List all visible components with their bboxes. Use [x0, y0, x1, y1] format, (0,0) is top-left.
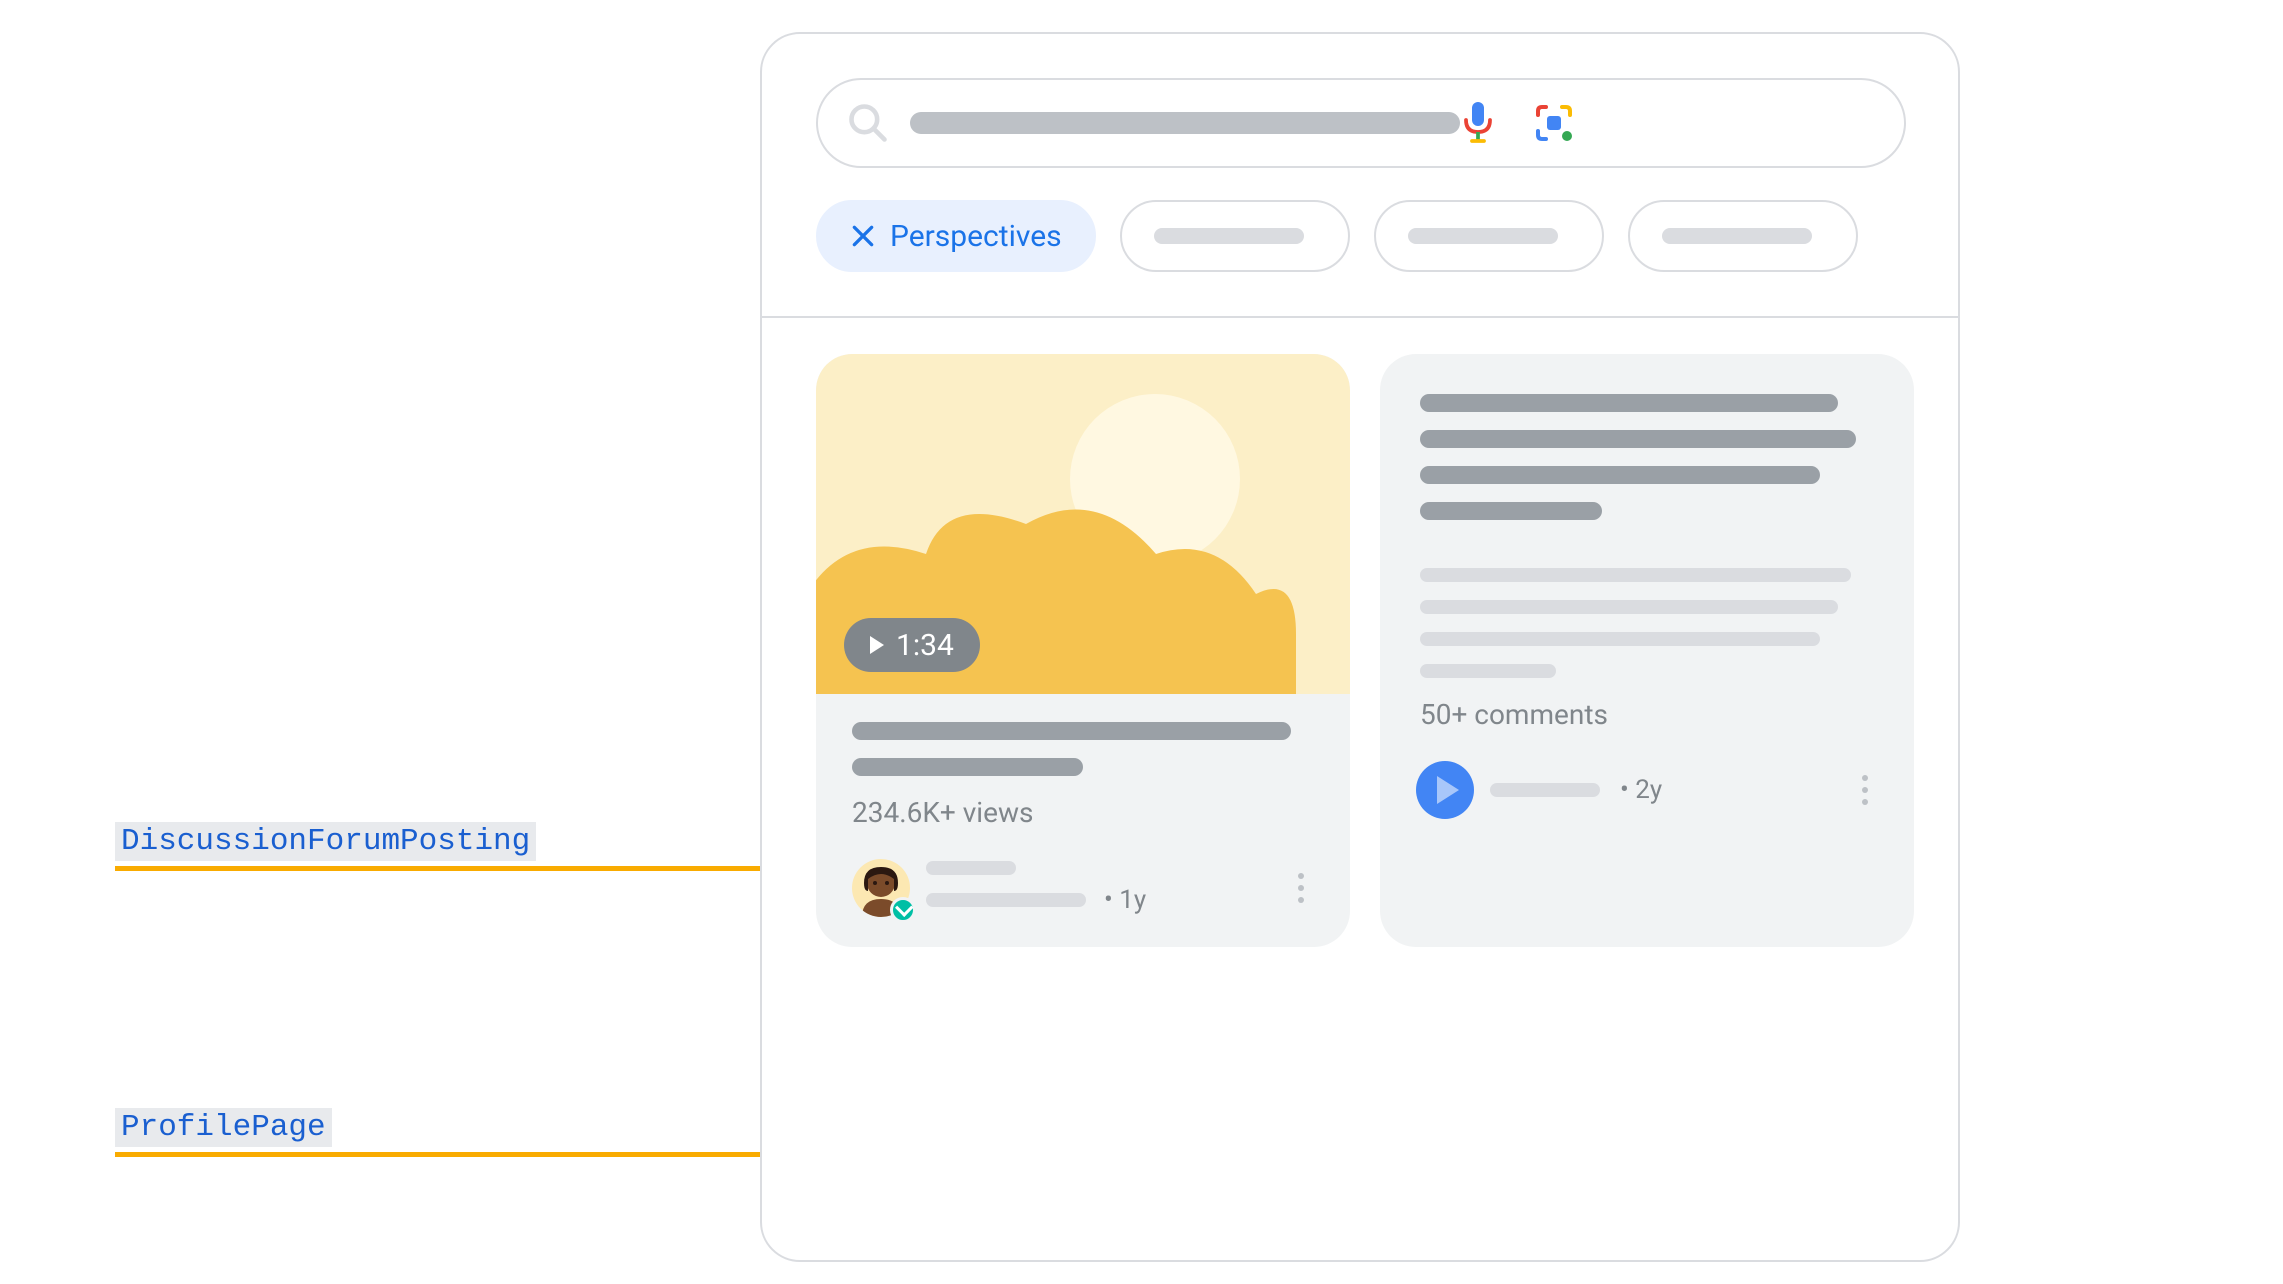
video-card-body: 234.6K+ views: [816, 694, 1350, 829]
search-bar[interactable]: [816, 78, 1906, 168]
chip-perspectives-label: Perspectives: [890, 219, 1062, 254]
post-snippet-3: [1420, 632, 1820, 646]
video-duration-text: 1:34: [896, 628, 954, 663]
post-title-1: [1420, 394, 1838, 412]
video-views: 234.6K+ views: [852, 796, 1314, 829]
annotation-profile: ProfilePage: [115, 1108, 332, 1147]
search-icon: [846, 101, 890, 145]
annotation-discussion: DiscussionForumPosting: [115, 822, 536, 861]
author-name-block: • 1y: [926, 861, 1272, 915]
video-duration-badge: 1:34: [844, 618, 980, 672]
video-result-card[interactable]: 1:34 234.6K+ views: [816, 354, 1350, 947]
mic-icon[interactable]: [1460, 99, 1496, 147]
divider: [762, 316, 1958, 318]
chip-placeholder-3[interactable]: [1628, 200, 1858, 272]
video-age: • 1y: [1104, 885, 1146, 915]
annotation-discussion-label: DiscussionForumPosting: [115, 822, 536, 861]
search-placeholder: [910, 112, 1460, 134]
result-cards: 1:34 234.6K+ views: [816, 354, 1914, 947]
post-snippet-1: [1420, 568, 1851, 582]
post-card-body: 50+ comments: [1380, 354, 1914, 731]
post-snippet-4: [1420, 664, 1556, 678]
video-kebab-menu[interactable]: [1288, 863, 1314, 913]
post-snippet-2: [1420, 600, 1838, 614]
title-line-2: [852, 758, 1083, 776]
play-icon: [870, 636, 884, 654]
post-title-2: [1420, 430, 1856, 448]
verified-badge-icon: [890, 897, 916, 923]
post-title-3: [1420, 466, 1820, 484]
source-name-line: [1490, 783, 1600, 797]
chip-perspectives[interactable]: Perspectives: [816, 200, 1096, 272]
close-icon: [850, 223, 876, 249]
post-author-row: • 2y: [1380, 761, 1914, 819]
device-frame: Perspectives 1:34: [760, 32, 1960, 1262]
post-comments: 50+ comments: [1420, 698, 1874, 731]
author-name-line: [926, 861, 1016, 875]
video-thumbnail: 1:34: [816, 354, 1350, 694]
post-title-4: [1420, 502, 1602, 520]
chip-placeholder-1[interactable]: [1120, 200, 1350, 272]
author-avatar[interactable]: [852, 859, 910, 917]
chip-placeholder-2[interactable]: [1374, 200, 1604, 272]
source-play-icon[interactable]: [1416, 761, 1474, 819]
video-author-row: • 1y: [816, 859, 1350, 917]
lens-icon[interactable]: [1532, 101, 1576, 145]
title-line-1: [852, 722, 1291, 740]
annotation-profile-label: ProfilePage: [115, 1108, 332, 1147]
post-age: • 2y: [1620, 775, 1662, 805]
post-kebab-menu[interactable]: [1852, 765, 1878, 815]
author-sub-line: [926, 893, 1086, 907]
filter-chips: Perspectives: [816, 200, 1960, 272]
annotation-line-2: [115, 1152, 861, 1157]
post-result-card[interactable]: 50+ comments • 2y: [1380, 354, 1914, 947]
